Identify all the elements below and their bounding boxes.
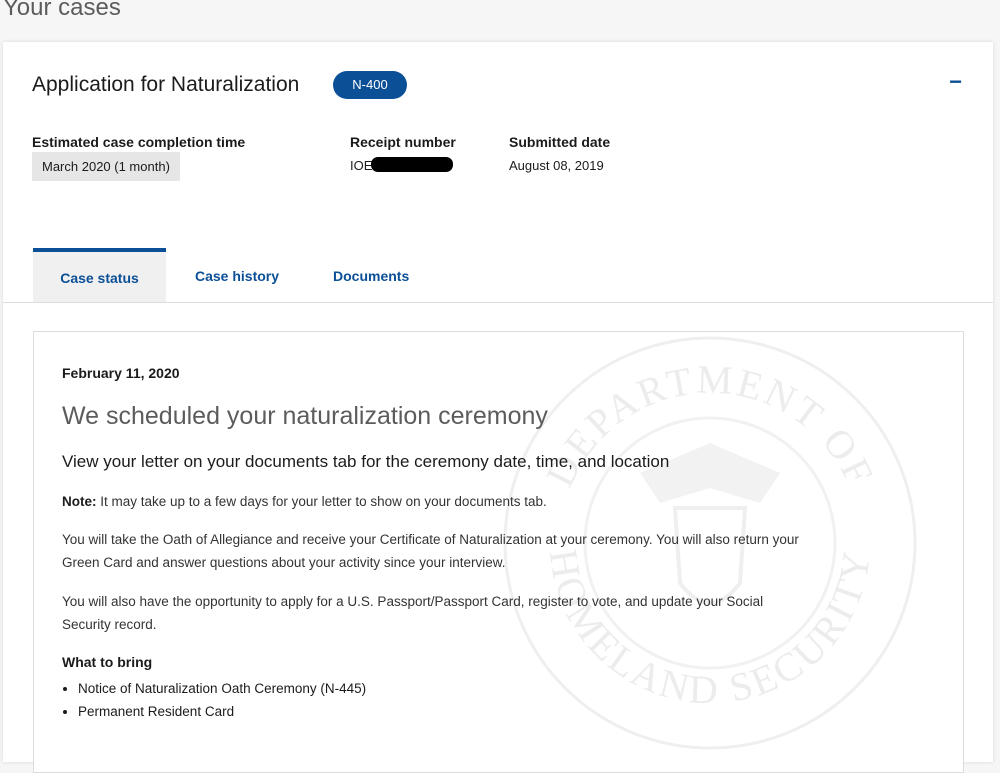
status-title: We scheduled your naturalization ceremon… <box>62 402 548 430</box>
receipt-label: Receipt number <box>350 134 456 150</box>
list-item: Notice of Naturalization Oath Ceremony (… <box>78 677 366 700</box>
collapse-button[interactable]: − <box>949 69 962 95</box>
status-subtitle: View your letter on your documents tab f… <box>62 452 670 471</box>
tab-case-history[interactable]: Case history <box>195 248 279 301</box>
note-label: Note: <box>62 494 97 509</box>
case-title: Application for Naturalization <box>32 73 300 96</box>
case-tabs: Case status Case history Documents <box>3 248 993 303</box>
note-text: It may take up to a few days for your le… <box>96 494 547 509</box>
what-to-bring-heading: What to bring <box>62 654 153 670</box>
case-card: Application for Naturalization N-400 − E… <box>3 42 993 773</box>
receipt-value: IOE <box>350 158 373 173</box>
submitted-value: August 08, 2019 <box>509 158 604 173</box>
estimated-value: March 2020 (1 month) <box>32 152 180 181</box>
redaction-bar <box>371 157 453 172</box>
list-item: Permanent Resident Card <box>78 700 366 723</box>
case-status-panel: DEPARTMENT OF HOMELAND SECURITY February… <box>33 331 964 773</box>
submitted-label: Submitted date <box>509 134 611 150</box>
status-paragraph-1: You will take the Oath of Allegiance and… <box>62 532 799 570</box>
status-date: February 11, 2020 <box>62 365 180 381</box>
status-paragraph-2: You will also have the opportunity to ap… <box>62 594 764 632</box>
what-to-bring-list: Notice of Naturalization Oath Ceremony (… <box>62 677 366 723</box>
form-badge: N-400 <box>333 71 407 99</box>
tab-case-status[interactable]: Case status <box>33 248 166 302</box>
page-title: Your cases <box>3 0 121 21</box>
tab-documents[interactable]: Documents <box>333 248 409 301</box>
note-paragraph: Note: It may take up to a few days for y… <box>62 490 802 513</box>
estimated-label: Estimated case completion time <box>32 134 246 150</box>
